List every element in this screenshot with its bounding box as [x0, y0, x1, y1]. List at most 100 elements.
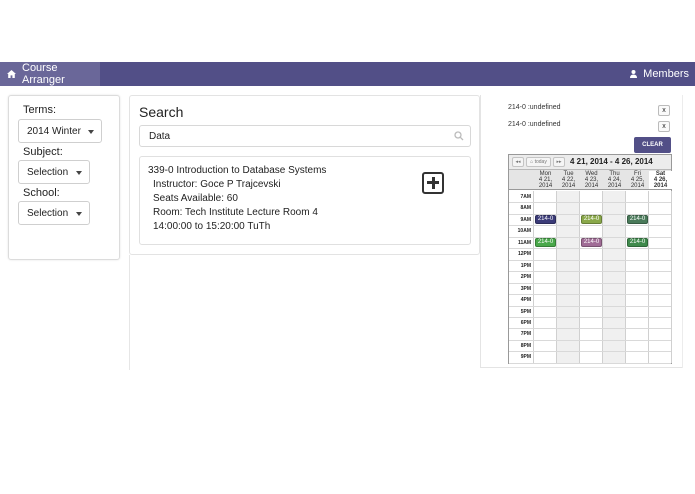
- selected-course: 214-0 :undefined: [508, 121, 561, 128]
- course-instructor: Instructor: Goce P Trajcevski: [153, 179, 281, 190]
- subject-select[interactable]: Selection: [18, 160, 90, 184]
- today-button[interactable]: ⌂ today: [526, 157, 551, 167]
- members-link[interactable]: Members: [630, 62, 689, 86]
- day-header: Fri 4 25, 2014: [626, 171, 649, 189]
- chevron-down-icon: [76, 212, 82, 216]
- hour-label: 7PM: [520, 331, 531, 338]
- day-header-year: 2014: [607, 183, 622, 189]
- clear-button[interactable]: CLEAR: [634, 137, 671, 153]
- hour-label: 4PM: [520, 297, 531, 304]
- grid-row-line: [509, 351, 671, 353]
- school-select-value: Selection: [27, 207, 69, 219]
- divider: [129, 255, 130, 370]
- course-room: Room: Tech Institute Lecture Room 4: [153, 207, 318, 218]
- calendar-event[interactable]: 214-0: [627, 214, 648, 224]
- course-title: 339-0 Introduction to Database Systems: [148, 165, 327, 176]
- chevron-down-icon: [88, 130, 94, 134]
- remove-course-button[interactable]: x: [658, 121, 670, 132]
- user-icon: [630, 70, 638, 78]
- hour-label: 12PM: [517, 251, 531, 258]
- hour-label: 5PM: [520, 308, 531, 315]
- next-week-button[interactable]: ▸▸: [553, 157, 565, 167]
- divider: [682, 95, 683, 368]
- schedule-panel: 214-0 :undefined x 214-0 :undefined x CL…: [480, 95, 682, 368]
- hour-label: 9AM: [520, 216, 531, 223]
- grid-row-line: [509, 202, 671, 204]
- day-header: Thu 4 24, 2014: [603, 171, 626, 189]
- calendar-event[interactable]: 214-0: [535, 237, 556, 247]
- hour-label: 9PM: [520, 354, 531, 361]
- add-course-button[interactable]: [422, 172, 444, 194]
- hour-label: 8PM: [520, 342, 531, 349]
- day-column-shade: [603, 191, 626, 363]
- grid-column-line: [579, 191, 580, 363]
- grid-row-line: [509, 294, 671, 296]
- school-label: School:: [23, 187, 60, 199]
- grid-row-line: [509, 328, 671, 330]
- grid-row-line: [509, 259, 671, 261]
- members-label: Members: [643, 68, 689, 80]
- brand-link[interactable]: Course Arranger: [0, 62, 100, 86]
- grid-column-line: [556, 191, 557, 363]
- calendar-event[interactable]: 214-0: [535, 214, 556, 224]
- search-icon: [454, 131, 464, 144]
- day-header-year: 2014: [653, 183, 668, 189]
- calendar-grid: 7AM 8AM 9AM 10AM 11AM 12PM 1PM 2PM 3PM 4PM 5PM 6PM 7…: [509, 191, 672, 364]
- remove-course-button[interactable]: x: [658, 105, 670, 116]
- calendar-toolbar: ◂◂ ⌂ today ▸▸ 4 21, 2014 - 4 26, 2014: [509, 155, 671, 170]
- hour-label: 7AM: [520, 194, 531, 200]
- hour-label: 11AM: [517, 239, 531, 246]
- day-header-year: 2014: [561, 183, 576, 189]
- terms-label: Terms:: [23, 104, 56, 116]
- grid-row-line: [509, 225, 671, 227]
- grid-column-line: [671, 191, 672, 363]
- calendar-date-range: 4 21, 2014 - 4 26, 2014: [570, 157, 653, 166]
- search-input[interactable]: Data: [139, 125, 471, 147]
- brand-label: Course Arranger: [22, 62, 65, 86]
- calendar-event[interactable]: 214-0: [627, 237, 648, 247]
- calendar-event[interactable]: 214-0: [581, 214, 602, 224]
- hour-label: 8AM: [520, 205, 531, 212]
- grid-row-line: [509, 282, 671, 284]
- terms-select-value: 2014 Winter: [27, 125, 81, 137]
- search-title: Search: [139, 104, 184, 120]
- grid-column-line: [625, 191, 626, 363]
- hour-label: 3PM: [520, 285, 531, 292]
- subject-select-value: Selection: [27, 166, 69, 178]
- day-header: Wed 4 23, 2014: [580, 171, 603, 189]
- terms-select[interactable]: 2014 Winter: [18, 119, 102, 143]
- search-panel: Search Data 339-0 Introduction to Databa…: [129, 95, 480, 255]
- day-header-year: 2014: [538, 183, 553, 189]
- grid-row-line: [509, 248, 671, 250]
- selected-course: 214-0 :undefined: [508, 104, 561, 111]
- hour-label: 2PM: [520, 274, 531, 281]
- day-header: Mon 4 21, 2014: [534, 171, 557, 189]
- grid-column-line: [602, 191, 603, 363]
- day-column-shade: [557, 191, 580, 363]
- course-seats: Seats Available: 60: [153, 193, 238, 204]
- grid-row-line: [509, 339, 671, 341]
- chevron-down-icon: [76, 171, 82, 175]
- grid-row-line: [509, 305, 671, 307]
- filter-panel: Terms: 2014 Winter Subject: Selection Sc…: [8, 95, 120, 260]
- home-icon: [7, 70, 16, 78]
- grid-row-line: [509, 271, 671, 273]
- grid-row-line: [509, 362, 671, 364]
- day-header: Sat 4 26, 2014: [649, 171, 672, 189]
- course-result-card: 339-0 Introduction to Database Systems I…: [139, 156, 471, 245]
- top-navbar: Course Arranger Members: [0, 62, 695, 86]
- calendar-event[interactable]: 214-0: [581, 237, 602, 247]
- grid-row-line: [509, 316, 671, 318]
- grid-column-line: [533, 191, 534, 363]
- day-header-year: 2014: [584, 183, 599, 189]
- day-header-year: 2014: [630, 183, 645, 189]
- school-select[interactable]: Selection: [18, 201, 90, 225]
- week-calendar: ◂◂ ⌂ today ▸▸ 4 21, 2014 - 4 26, 2014 Mo…: [508, 154, 672, 364]
- hour-label: 6PM: [520, 319, 531, 326]
- prev-week-button[interactable]: ◂◂: [512, 157, 524, 167]
- search-query: Data: [149, 130, 171, 142]
- subject-label: Subject:: [23, 146, 63, 158]
- grid-column-line: [648, 191, 649, 363]
- hour-label: 1PM: [520, 262, 531, 269]
- calendar-day-header: Mon 4 21, 2014 Tue 4 22, 2014 Wed 4 23, 2014 Thu 4…: [509, 170, 672, 190]
